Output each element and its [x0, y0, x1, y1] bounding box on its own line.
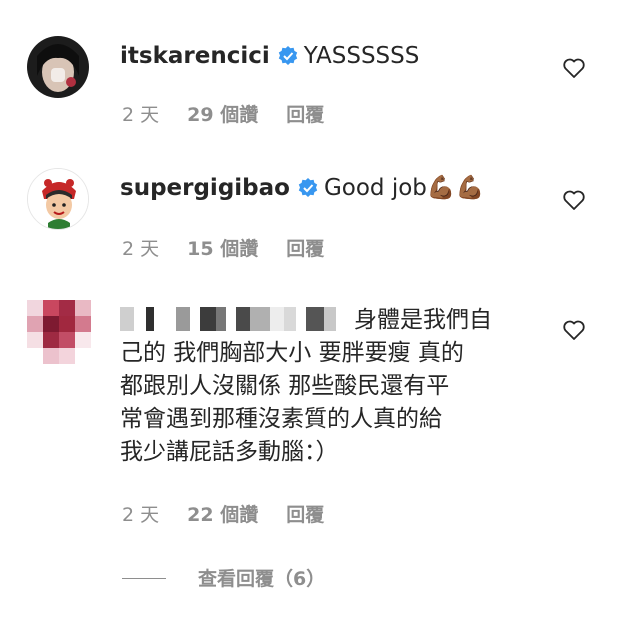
comment-age: 2 天	[122, 104, 160, 126]
comment-line: itskarencici YASSSSSS	[120, 40, 419, 75]
username[interactable]: supergigibao	[120, 175, 290, 201]
comment-line: 都跟別人沒關係 那些酸民還有平	[120, 373, 450, 399]
heart-icon[interactable]	[562, 56, 586, 80]
likes-count[interactable]: 15 個讚	[187, 238, 258, 260]
avatar[interactable]	[27, 168, 89, 230]
comment-age: 2 天	[122, 504, 160, 526]
avatar-blurred[interactable]	[27, 300, 93, 366]
comment-meta: 2 天 15 個讚 回覆	[122, 234, 352, 261]
comment-line: 己的 我們胸部大小 要胖要瘦 真的	[120, 340, 464, 366]
avatar[interactable]	[27, 36, 89, 98]
comment-line: 我少講屁話多動腦：）	[120, 439, 339, 465]
reply-button[interactable]: 回覆	[286, 104, 324, 126]
view-replies-button[interactable]: 查看回覆（6）	[122, 564, 325, 591]
likes-count[interactable]: 22 個讚	[187, 504, 258, 526]
comment-body: 身體是我們自 己的 我們胸部大小 要胖要瘦 真的 都跟別人沒關係 那些酸民還有平…	[120, 304, 492, 469]
comment-age: 2 天	[122, 238, 160, 260]
verified-badge-icon	[278, 43, 298, 75]
divider-dash	[122, 578, 166, 579]
comment-line: 身體是我們自	[120, 304, 492, 337]
comment-text: Good job💪🏾💪🏾	[323, 175, 485, 201]
comment-meta: 2 天 22 個讚 回覆	[122, 500, 352, 527]
comment-line: supergigibao Good job💪🏾💪🏾	[120, 172, 484, 207]
reply-button[interactable]: 回覆	[286, 238, 324, 260]
comment-line: 常會遇到那種沒素質的人真的給	[120, 406, 442, 432]
verified-badge-icon	[298, 175, 318, 207]
heart-icon[interactable]	[562, 188, 586, 212]
comment-text: YASSSSSS	[303, 43, 420, 69]
username[interactable]: itskarencici	[120, 43, 270, 69]
username-blurred[interactable]	[120, 307, 348, 331]
heart-icon[interactable]	[562, 318, 586, 342]
reply-button[interactable]: 回覆	[286, 504, 324, 526]
view-replies-label[interactable]: 查看回覆（6）	[198, 568, 325, 590]
comment-meta: 2 天 29 個讚 回覆	[122, 100, 352, 127]
likes-count[interactable]: 29 個讚	[187, 104, 258, 126]
comment-text: 身體是我們自	[354, 307, 492, 333]
